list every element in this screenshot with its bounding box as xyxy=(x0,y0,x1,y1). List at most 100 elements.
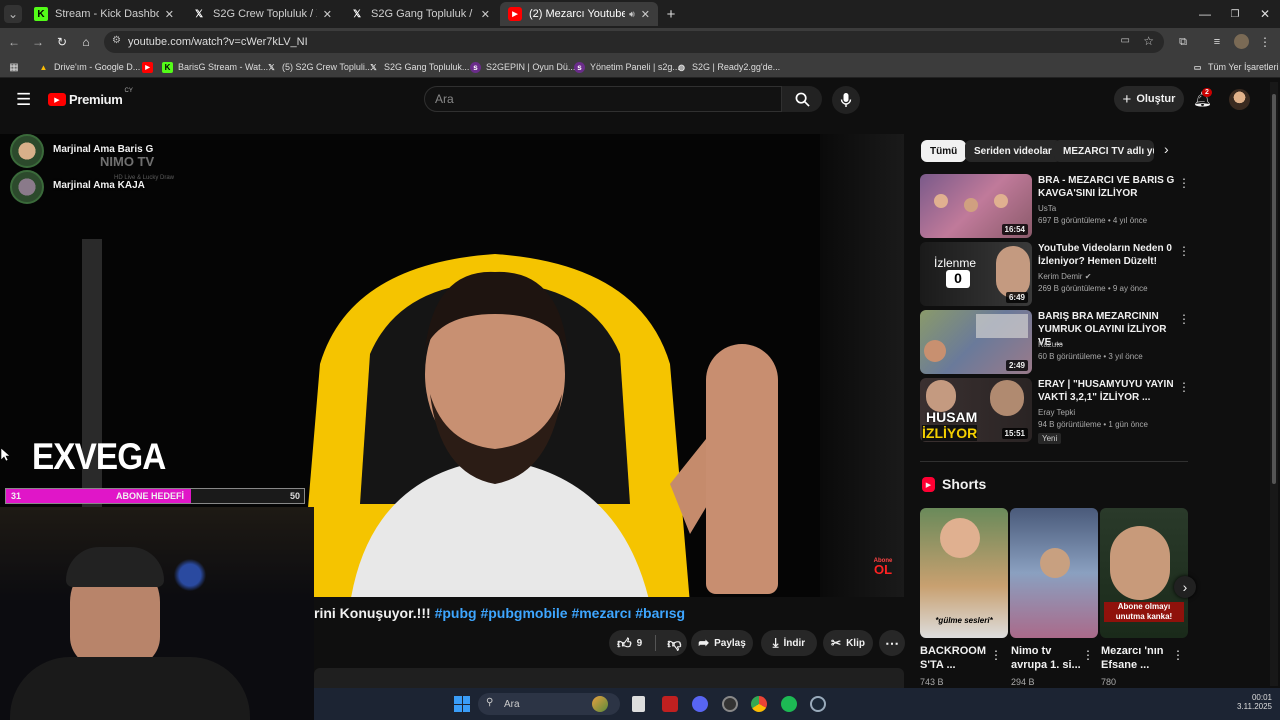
bookmark-yonetim[interactable]: s Yönetim Paneli | s2g... xyxy=(574,59,680,75)
bookmark-drive[interactable]: ▲ Drive'ım - Google D... xyxy=(38,59,141,75)
tab-s2g-crew[interactable]: 𝕏 S2G Crew Topluluk / X ✕ xyxy=(184,2,340,26)
close-window-button[interactable]: ✕ xyxy=(1256,5,1274,23)
related-video[interactable]: 16:54 BRA - MEZARCI VE BARIS G KAVGA'SIN… xyxy=(920,174,1190,238)
short-title[interactable]: Mezarcı 'nın Efsane ... xyxy=(1101,644,1171,672)
tab-youtube-active[interactable]: ▶ (2) Mezarcı Youtuberlar Hal 🔊︎ ✕ xyxy=(500,2,658,26)
webcam-person-body xyxy=(10,657,250,720)
close-icon[interactable]: ✕ xyxy=(641,8,650,21)
chevron-right-icon[interactable]: › xyxy=(1164,141,1169,157)
shorts-next-button[interactable]: › xyxy=(1174,576,1196,598)
voice-search-button[interactable] xyxy=(832,86,860,114)
apps-grid-icon[interactable]: ▦ xyxy=(5,58,23,76)
bookmark-barisg-stream[interactable]: K BarisG Stream - Wat... xyxy=(162,59,268,75)
discord-icon[interactable] xyxy=(692,696,708,712)
more-actions-button[interactable]: ⋯ xyxy=(879,630,905,656)
profile-avatar[interactable] xyxy=(1234,34,1249,49)
all-bookmarks[interactable]: ▭ Tüm Yer İşaretleri xyxy=(1192,59,1279,75)
chip-all[interactable]: Tümü xyxy=(921,140,967,162)
app-icon[interactable] xyxy=(722,696,738,712)
microphone-icon xyxy=(840,93,852,107)
s2g-icon: s xyxy=(574,61,585,73)
short-thumbnail[interactable]: *gülme sesleri* xyxy=(920,508,1008,638)
bookmark-s2g-crew[interactable]: 𝕏 (5) S2G Crew Topluli... xyxy=(266,59,372,75)
close-icon[interactable]: ✕ xyxy=(165,8,174,21)
dislike-button[interactable]: 👎︎ xyxy=(667,635,681,652)
related-video[interactable]: İzlenme 0 6:49 YouTube Videoların Neden … xyxy=(920,242,1190,306)
kick-icon: K xyxy=(162,61,173,73)
new-tab-button[interactable]: + xyxy=(662,5,680,23)
chrome-icon[interactable] xyxy=(751,696,767,712)
search-input[interactable]: Ara xyxy=(424,86,782,112)
short-menu-icon[interactable]: ⋮ xyxy=(1172,648,1184,662)
tab-search-button[interactable]: ⌄ xyxy=(4,5,22,23)
chip-series[interactable]: Seriden videolar xyxy=(965,140,1061,162)
short-menu-icon[interactable]: ⋮ xyxy=(1082,648,1094,662)
youtube-icon: ▶ xyxy=(142,61,153,73)
back-arrow-icon[interactable]: ← xyxy=(5,33,23,51)
video-thumbnail: HUSAM İZLİYOR 15:51 xyxy=(920,378,1032,442)
more-menu-icon[interactable]: ⋮ xyxy=(1256,33,1274,51)
like-button[interactable]: 👍︎ xyxy=(617,635,632,652)
bookmark-s2gepin[interactable]: s S2GEPIN | Oyun Dü... xyxy=(470,59,575,75)
close-icon[interactable]: ✕ xyxy=(323,8,332,21)
clip-button[interactable]: ✂ Klip xyxy=(823,630,873,656)
speaker-icon[interactable]: 🔊︎ xyxy=(629,9,635,20)
widget-icon[interactable] xyxy=(592,696,608,712)
s2g-icon: s xyxy=(470,61,481,73)
chip-channel[interactable]: MEZARCI TV adlı yük xyxy=(1054,140,1154,162)
subscribe-badge[interactable]: Abone OL xyxy=(870,558,896,580)
description-box[interactable] xyxy=(314,668,904,688)
youtube-premium-logo[interactable]: ▶ Premium CY xyxy=(48,88,133,107)
short-thumbnail[interactable] xyxy=(1010,508,1098,638)
youtube-logo-icon: ▶ xyxy=(48,93,66,106)
video-menu-icon[interactable]: ⋮ xyxy=(1178,176,1190,190)
x-icon: 𝕏 xyxy=(194,8,204,20)
bookmark-s2g-gang[interactable]: 𝕏 S2G Gang Topluluk... xyxy=(368,59,469,75)
windows-start-icon[interactable] xyxy=(454,696,470,712)
forward-arrow-icon[interactable]: → xyxy=(29,33,47,51)
home-icon[interactable]: ⌂ xyxy=(77,33,95,51)
media-control-icon[interactable]: ≡ xyxy=(1208,33,1226,51)
video-menu-icon[interactable]: ⋮ xyxy=(1178,380,1190,394)
tab-kick-dashboard[interactable]: K Stream - Kick Dashboard ✕ xyxy=(26,2,182,26)
related-video[interactable]: HUSAM İZLİYOR 15:51 ERAY | "HUSAMYUYU YA… xyxy=(920,378,1190,444)
video-menu-icon[interactable]: ⋮ xyxy=(1178,244,1190,258)
notification-count-badge: 2 xyxy=(1202,88,1212,97)
bookmark-star-icon[interactable]: ☆ xyxy=(1143,34,1154,48)
taskbar-clock[interactable]: 00:01 3.11.2025 xyxy=(1214,693,1272,711)
cast-icon[interactable]: ▭ xyxy=(1121,35,1130,46)
plus-icon: + xyxy=(1122,90,1132,108)
scrollbar-thumb[interactable] xyxy=(1272,94,1276,484)
spotify-icon[interactable] xyxy=(781,696,797,712)
search-button[interactable] xyxy=(782,86,822,112)
short-title[interactable]: BACKROOM S'TA ... xyxy=(920,644,990,672)
tab-s2g-gang[interactable]: 𝕏 S2G Gang Topluluk / X ✕ xyxy=(342,2,498,26)
close-icon[interactable]: ✕ xyxy=(481,8,490,21)
shorts-icon: ▶ xyxy=(922,477,935,492)
mouse-cursor-icon xyxy=(1,448,10,462)
site-info-icon[interactable]: ⚙ xyxy=(112,35,121,46)
short-title[interactable]: Nimo tv avrupa 1. si... xyxy=(1011,644,1083,672)
restore-button[interactable]: ❐ xyxy=(1226,5,1244,23)
bookmarks-bar: ▦ ▲ Drive'ım - Google D... ▶ K BarisG Stre… xyxy=(0,56,1280,78)
create-button[interactable]: + Oluştur xyxy=(1114,86,1184,112)
hamburger-menu-icon[interactable]: ☰ xyxy=(16,90,31,110)
page-scrollbar[interactable] xyxy=(1270,82,1278,686)
file-icon[interactable] xyxy=(632,696,645,712)
url-bar[interactable]: ⚙ youtube.com/watch?v=cWer7kLV_NI ▭ ☆ xyxy=(104,31,1164,53)
download-button[interactable]: ⤓ İndir xyxy=(761,630,817,656)
video-hashtags[interactable]: #pubg #pubgmobile #mezarcı #barısg xyxy=(435,605,686,621)
steam-icon[interactable] xyxy=(810,696,826,712)
short-thumbnail[interactable]: Abone olmayı unutma kanka! xyxy=(1100,508,1188,638)
minimize-button[interactable]: — xyxy=(1196,5,1214,23)
extensions-icon[interactable]: ⧉ xyxy=(1174,33,1192,51)
bookmark-youtube[interactable]: ▶ xyxy=(142,59,158,75)
video-menu-icon[interactable]: ⋮ xyxy=(1178,312,1190,326)
account-avatar[interactable] xyxy=(1229,89,1250,110)
short-menu-icon[interactable]: ⋮ xyxy=(990,648,1002,662)
related-video[interactable]: 2:49 BARIŞ BRA MEZARCININ YUMRUK OLAYINI… xyxy=(920,310,1190,374)
app-icon[interactable] xyxy=(662,696,678,712)
share-button[interactable]: ➦ Paylaş xyxy=(691,630,753,656)
bookmark-ready2gg[interactable]: ◍ S2G | Ready2.gg'de... xyxy=(676,59,780,75)
reload-icon[interactable]: ↻ xyxy=(53,33,71,51)
